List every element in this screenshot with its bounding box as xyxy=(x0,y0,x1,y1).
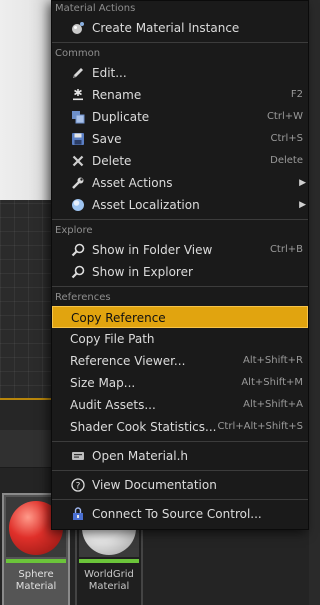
shortcut-label: Delete xyxy=(270,155,303,166)
menu-item-duplicate[interactable]: Duplicate Ctrl+W xyxy=(52,106,308,128)
delete-x-icon xyxy=(72,155,84,167)
duplicate-icon xyxy=(72,111,85,124)
material-instance-icon xyxy=(72,22,84,34)
shortcut-label: Ctrl+B xyxy=(269,244,303,255)
shortcut-label: Alt+Shift+R xyxy=(243,355,303,366)
pencil-icon xyxy=(73,68,83,78)
floppy-disk-icon xyxy=(72,133,84,145)
menu-item-connect-to-source-control[interactable]: Connect To Source Control... xyxy=(52,503,308,525)
menu-item-save[interactable]: Save Ctrl+S xyxy=(52,128,308,150)
menu-item-create-material-instance[interactable]: Create Material Instance xyxy=(52,17,308,39)
help-question-icon: ? xyxy=(71,478,85,492)
asset-name: WorldGrid Material xyxy=(84,569,134,592)
svg-text:?: ? xyxy=(76,482,81,492)
asset-type-strip xyxy=(79,559,139,563)
menu-item-shader-cook-statistics[interactable]: Shader Cook Statistics... Ctrl+Alt+Shift… xyxy=(52,416,308,438)
submenu-arrow-icon: ▶ xyxy=(299,200,306,210)
menu-item-audit-assets[interactable]: Audit Assets... Alt+Shift+A xyxy=(52,394,308,416)
menu-separator xyxy=(52,219,308,220)
menu-separator xyxy=(52,499,308,500)
menu-item-show-in-folder-view[interactable]: Show in Folder View Ctrl+B xyxy=(52,239,308,261)
wrench-icon xyxy=(72,177,84,189)
menu-item-size-map[interactable]: Size Map... Alt+Shift+M xyxy=(52,372,308,394)
menu-separator xyxy=(52,286,308,287)
section-header-references: References xyxy=(55,292,111,303)
source-control-icon xyxy=(73,507,83,520)
menu-separator xyxy=(52,42,308,43)
shortcut-label: F2 xyxy=(290,89,303,100)
menu-item-edit[interactable]: Edit... xyxy=(52,62,308,84)
shortcut-label: Alt+Shift+A xyxy=(243,399,303,410)
source-code-icon xyxy=(72,452,84,460)
asset-name: Sphere Material xyxy=(15,569,57,592)
shortcut-label: Ctrl+S xyxy=(270,133,303,144)
magnifier-icon xyxy=(71,265,85,279)
shortcut-label: Ctrl+Alt+Shift+S xyxy=(217,421,303,432)
menu-item-open-material-h[interactable]: Open Material.h xyxy=(52,445,308,467)
section-header-material-actions: Material Actions xyxy=(55,3,136,14)
menu-separator xyxy=(52,441,308,442)
menu-item-copy-file-path[interactable]: Copy File Path xyxy=(52,328,308,350)
globe-icon xyxy=(72,199,84,211)
rename-asterisk-icon xyxy=(73,89,83,101)
magnifier-icon xyxy=(71,243,85,257)
menu-item-asset-localization[interactable]: Asset Localization ▶ xyxy=(52,194,308,216)
menu-item-reference-viewer[interactable]: Reference Viewer... Alt+Shift+R xyxy=(52,350,308,372)
section-header-explore: Explore xyxy=(55,225,93,236)
asset-context-menu: Material Actions Create Material Instanc… xyxy=(51,0,309,530)
menu-item-copy-reference[interactable]: Copy Reference xyxy=(52,306,308,328)
menu-item-view-documentation[interactable]: ? View Documentation xyxy=(52,474,308,496)
menu-item-show-in-explorer[interactable]: Show in Explorer xyxy=(52,261,308,283)
menu-item-delete[interactable]: Delete Delete xyxy=(52,150,308,172)
menu-separator xyxy=(52,470,308,471)
menu-item-asset-actions[interactable]: Asset Actions ▶ xyxy=(52,172,308,194)
section-header-common: Common xyxy=(55,48,101,59)
menu-item-rename[interactable]: Rename F2 xyxy=(52,84,308,106)
asset-type-strip xyxy=(6,559,66,563)
submenu-arrow-icon: ▶ xyxy=(299,178,306,188)
shortcut-label: Alt+Shift+M xyxy=(241,377,303,388)
shortcut-label: Ctrl+W xyxy=(266,111,303,122)
